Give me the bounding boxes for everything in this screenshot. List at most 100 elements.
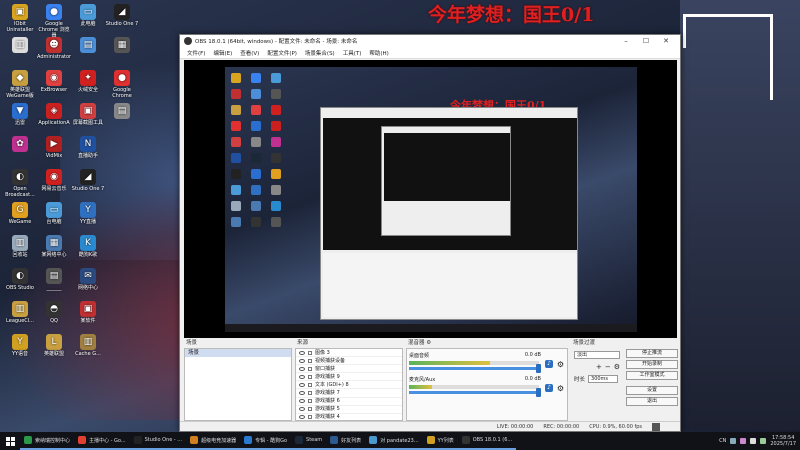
desktop-icon[interactable]: ◐ Open Broadcast... xyxy=(3,169,37,198)
visibility-icon[interactable] xyxy=(299,350,305,355)
desktop-icon[interactable]: ▭ 此电脑 xyxy=(71,4,105,27)
visibility-icon[interactable] xyxy=(299,399,305,404)
source-item[interactable]: 窗口捕获 xyxy=(296,365,402,374)
clock[interactable]: 17:58:54 2025/7/17 xyxy=(770,435,796,447)
lock-icon[interactable] xyxy=(308,391,312,396)
taskbar-item[interactable]: 索纳瑞控制中心 xyxy=(20,432,75,450)
desktop-icon[interactable]: ◐ OBS Studio xyxy=(3,268,37,291)
slider-handle[interactable] xyxy=(536,388,541,397)
desktop-icon[interactable]: ◉ ExBrowser xyxy=(37,70,71,93)
menu-edit[interactable]: 编辑(E) xyxy=(209,49,236,57)
visibility-icon[interactable] xyxy=(299,391,305,396)
speaker-icon[interactable]: ♪ xyxy=(545,360,553,368)
source-item[interactable]: 游戏捕获 7 xyxy=(296,389,402,398)
obs-preview[interactable]: 今年梦想：国王0/1 xyxy=(184,60,677,338)
lock-icon[interactable] xyxy=(308,399,312,404)
desktop-icon[interactable]: ▤ xyxy=(71,37,105,54)
obs-titlebar[interactable]: OBS 18.0.1 (64bit, windows) - 配置文件: 未命名 … xyxy=(180,35,680,47)
desktop-icon[interactable]: ● Google Chrome 浏览器 xyxy=(37,4,71,39)
desktop-icon[interactable]: ▼ 迅雷 xyxy=(3,103,37,126)
taskbar-item[interactable]: YY列表 xyxy=(422,432,458,450)
source-item[interactable]: 文本 (GDI+) 8 xyxy=(296,381,402,390)
start-button[interactable] xyxy=(0,432,20,450)
lock-icon[interactable] xyxy=(308,350,312,355)
taskbar-item[interactable]: 超级电竞加速器 xyxy=(186,432,241,450)
close-icon[interactable]: ✕ xyxy=(656,37,676,45)
desktop-icon[interactable]: ✦ 火绒安全 xyxy=(71,70,105,93)
language-indicator[interactable]: CN xyxy=(719,438,726,444)
volume-slider[interactable] xyxy=(409,364,541,373)
desktop-icon[interactable]: N 直播助手 xyxy=(71,136,105,159)
start-recording-button[interactable]: 开始录制 xyxy=(626,360,678,369)
desktop-icon[interactable]: L 英雄联盟 xyxy=(37,334,71,357)
studio-mode-button[interactable]: 工作室模式 xyxy=(626,371,678,380)
source-item[interactable]: 游戏捕获 6 xyxy=(296,398,402,406)
menu-tools[interactable]: 工具(T) xyxy=(339,49,366,57)
minimize-icon[interactable]: – xyxy=(616,37,636,45)
source-item[interactable]: 游戏捕获 5 xyxy=(296,406,402,414)
volume-icon[interactable] xyxy=(750,438,757,444)
taskbar-item[interactable]: 专辑 - 酷狗Go xyxy=(240,432,292,450)
menu-help[interactable]: 帮助(H) xyxy=(365,49,392,57)
scene-item[interactable]: 场景 xyxy=(185,349,291,357)
channel-settings-icon[interactable]: ⚙ xyxy=(557,360,564,369)
desktop-icon[interactable]: ▦ 某网络中心 xyxy=(37,235,71,258)
channel-settings-icon[interactable]: ⚙ xyxy=(557,384,564,393)
desktop-icon[interactable]: ◆ 英雄联盟WeGame版 xyxy=(3,70,37,99)
desktop-icon[interactable]: ▣ 某软件 xyxy=(71,301,105,324)
lock-icon[interactable] xyxy=(308,407,312,412)
taskbar-item[interactable]: 对 pandate23... xyxy=(365,432,423,450)
desktop-icon[interactable]: ▥ 回收站 xyxy=(3,235,37,258)
taskbar-item[interactable]: Steam xyxy=(291,432,327,450)
source-item[interactable]: 游戏捕获 9 xyxy=(296,373,402,382)
desktop-icon[interactable]: ◈ ApplicationA xyxy=(37,103,71,126)
menu-profile[interactable]: 配置文件(P) xyxy=(263,49,301,57)
source-item[interactable]: 视频捕获设备 xyxy=(296,357,402,366)
volume-slider[interactable] xyxy=(409,388,541,397)
remove-transition-icon[interactable]: − xyxy=(605,363,611,371)
taskbar-item[interactable]: Studio One - ... xyxy=(129,432,187,450)
desktop-icon[interactable]: ▣ 屏幕截图工具 xyxy=(71,103,105,126)
desktop-icon[interactable]: Y YY直播 xyxy=(71,202,105,225)
visibility-icon[interactable] xyxy=(299,407,305,412)
desktop-icon[interactable]: ☻ Administrator xyxy=(37,37,71,60)
desktop-icon[interactable]: ◢ Studio One 7 xyxy=(71,169,105,192)
exit-button[interactable]: 退出 xyxy=(626,397,678,406)
slider-handle[interactable] xyxy=(536,364,541,373)
stop-streaming-button[interactable]: 停止推流 xyxy=(626,349,678,358)
add-transition-icon[interactable]: + xyxy=(596,363,602,371)
taskbar-item[interactable]: 主播中心 - Go... xyxy=(74,432,130,450)
source-item[interactable]: 图像 3 xyxy=(296,349,402,358)
taskbar-item[interactable]: 好友列表 xyxy=(326,432,366,450)
desktop-icon[interactable]: Y YY语音 xyxy=(3,334,37,357)
desktop-icon[interactable]: ◓ QQ xyxy=(37,301,71,324)
visibility-icon[interactable] xyxy=(299,415,305,420)
desktop-icon[interactable]: ▶ VidMix xyxy=(37,136,71,159)
desktop-icon[interactable]: ▥ Cache G... xyxy=(71,334,105,357)
desktop-icon[interactable]: ✉ 网络中心 xyxy=(71,268,105,291)
menu-scene-collection[interactable]: 场景集合(S) xyxy=(301,49,339,57)
visibility-icon[interactable] xyxy=(299,382,305,387)
source-item[interactable]: 游戏捕获 4 xyxy=(296,414,402,420)
desktop-icon[interactable]: ● Google Chrome xyxy=(105,70,139,99)
lock-icon[interactable] xyxy=(308,366,312,371)
menu-view[interactable]: 查看(V) xyxy=(236,49,263,57)
visibility-icon[interactable] xyxy=(299,366,305,371)
app-tray-icon[interactable] xyxy=(740,438,747,444)
desktop-icon[interactable]: ▥ xyxy=(3,37,37,54)
desktop-icon[interactable]: ▭ 台电脑 xyxy=(37,202,71,225)
lock-icon[interactable] xyxy=(308,382,312,387)
visibility-icon[interactable] xyxy=(299,358,305,363)
speaker-icon[interactable]: ♪ xyxy=(545,384,553,392)
transition-select[interactable]: 淡出 xyxy=(574,351,620,359)
desktop-icon[interactable]: ▤ ______ xyxy=(37,268,71,291)
desktop-icon[interactable]: G WeGame xyxy=(3,202,37,225)
visibility-icon[interactable] xyxy=(299,374,305,379)
desktop-icon[interactable]: ◢ Studio One 7 xyxy=(105,4,139,27)
lock-icon[interactable] xyxy=(308,415,312,420)
desktop-icon[interactable]: ▦ xyxy=(105,37,139,54)
taskbar-item[interactable]: OBS 18.0.1 (6... xyxy=(457,432,517,450)
network-icon[interactable] xyxy=(730,438,737,444)
settings-button[interactable]: 设置 xyxy=(626,386,678,395)
desktop-icon[interactable]: ▤ xyxy=(105,103,139,120)
